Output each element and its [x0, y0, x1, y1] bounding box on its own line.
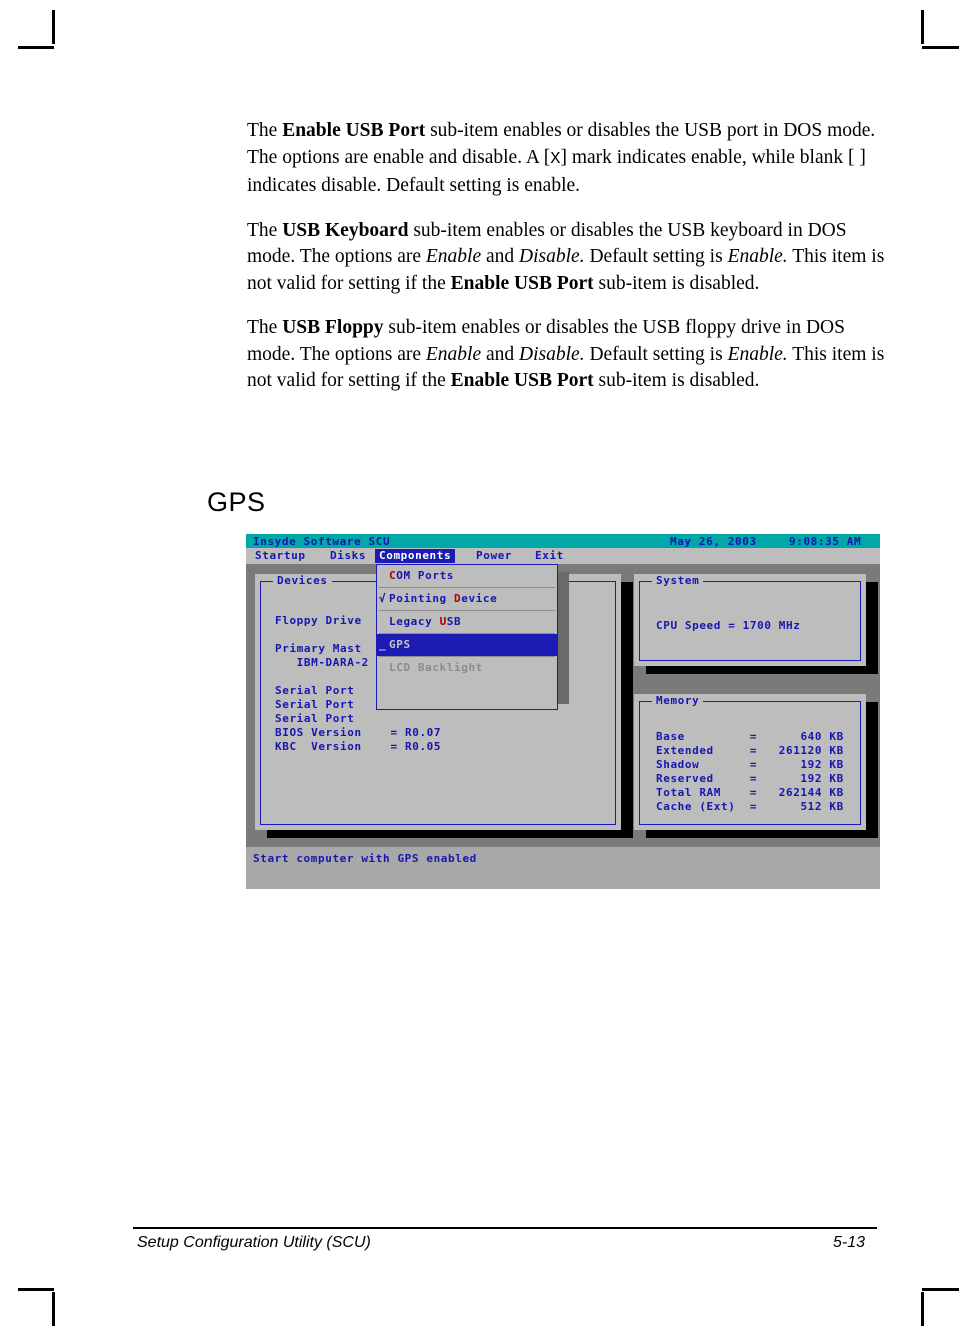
devices-row-serial-port-1: Serial Port — [275, 684, 355, 697]
cursor-icon: _ — [379, 638, 387, 651]
devices-row-serial-port-2: Serial Port — [275, 698, 355, 711]
crop-mark-top-left-horizontal — [18, 46, 54, 49]
menu-item-disks[interactable]: Disks — [326, 549, 370, 563]
memory-row-cache-ext: Cache (Ext) = 512 KB — [656, 800, 844, 813]
scu-status-text: Start computer with GPS enabled — [253, 852, 477, 865]
accelerator-letter: U — [439, 615, 447, 628]
menu-item-exit[interactable]: Exit — [531, 549, 568, 563]
crop-mark-top-right-horizontal — [922, 46, 959, 49]
memory-row-total-ram: Total RAM = 262144 KB — [656, 786, 844, 799]
memory-row-extended: Extended = 261120 KB — [656, 744, 844, 757]
devices-row-serial-port-3: Serial Port — [275, 712, 355, 725]
memory-row-reserved: Reserved = 192 KB — [656, 772, 844, 785]
menu-item-components[interactable]: Components — [375, 549, 456, 563]
crop-mark-top-right-vertical — [921, 10, 924, 44]
accelerator-letter: G — [389, 638, 397, 651]
components-dropdown-menu[interactable]: COM Ports √ Pointing Device Legacy USB _ G… — [376, 564, 558, 710]
crop-mark-bottom-left-horizontal — [18, 1288, 54, 1291]
scu-date-label: May 26, 2003 — [670, 535, 757, 548]
scu-status-line: Start computer with GPS enabled — [246, 847, 880, 889]
accelerator-letter: C — [389, 569, 397, 582]
page-section-heading: GPS — [207, 487, 266, 517]
scu-app-title: Insyde Software SCU — [253, 535, 391, 548]
memory-row-shadow: Shadow = 192 KB — [656, 758, 844, 771]
scu-title-bar: Insyde Software SCU May 26, 2003 9:08:35… — [246, 534, 880, 548]
footer-page-number: 5-13 — [833, 1234, 866, 1251]
system-row-cpu-speed: CPU Speed = 1700 MHz — [656, 619, 801, 632]
memory-panel-legend: Memory — [652, 694, 704, 708]
devices-row-floppy-drive: Floppy Drive — [275, 614, 362, 627]
scu-menu-bar: Startup Disks Components Power Exit — [246, 548, 880, 564]
scu-time-label: 9:08:35 AM — [789, 535, 862, 548]
crop-mark-bottom-left-vertical — [52, 1292, 55, 1326]
devices-row-kbc-version: KBC Version = R0.05 — [275, 740, 442, 753]
devices-row-primary-master: Primary Mast — [275, 642, 362, 655]
menu-item-power[interactable]: Power — [472, 549, 516, 563]
checkmark-icon: √ — [379, 592, 387, 605]
body-copy: The Enable USB Port sub-item enables or … — [247, 118, 887, 413]
paragraph-usb-floppy: The USB Floppy sub-item enables or disab… — [247, 317, 885, 391]
dropdown-item-com-ports[interactable]: COM Ports — [377, 565, 557, 587]
devices-row-bios-version: BIOS Version = R0.07 — [275, 726, 442, 739]
footer-rule — [133, 1227, 877, 1229]
dropdown-item-pointing-device[interactable]: √ Pointing Device — [377, 588, 557, 610]
footer-title: Setup Configuration Utility (SCU) — [137, 1234, 371, 1251]
dropdown-item-gps[interactable]: _ GPS — [377, 634, 557, 656]
devices-panel-legend: Devices — [273, 574, 332, 588]
menu-item-startup[interactable]: Startup — [251, 549, 310, 563]
dropdown-item-legacy-usb[interactable]: Legacy USB — [377, 611, 557, 633]
memory-row-base: Base = 640 KB — [656, 730, 844, 743]
scu-screenshot-figure: Insyde Software SCU May 26, 2003 9:08:35… — [246, 534, 880, 889]
crop-mark-bottom-right-vertical — [921, 1292, 924, 1326]
crop-mark-top-left-vertical — [52, 10, 55, 44]
paragraph-usb-keyboard: The USB Keyboard sub-item enables or dis… — [247, 219, 885, 294]
memory-panel: Memory Base = 640 KB Extended = 261120 K… — [634, 694, 866, 830]
paragraph-enable-usb-port: The Enable USB Port sub-item enables or … — [247, 120, 876, 196]
accelerator-letter: D — [454, 592, 462, 605]
system-panel: System CPU Speed = 1700 MHz — [634, 574, 866, 666]
system-panel-legend: System — [652, 574, 704, 588]
devices-row-primary-master-model: IBM-DARA-2 — [275, 656, 369, 669]
dropdown-item-lcd-backlight: LCD Backlight — [389, 661, 483, 674]
crop-mark-bottom-right-horizontal — [922, 1288, 959, 1291]
